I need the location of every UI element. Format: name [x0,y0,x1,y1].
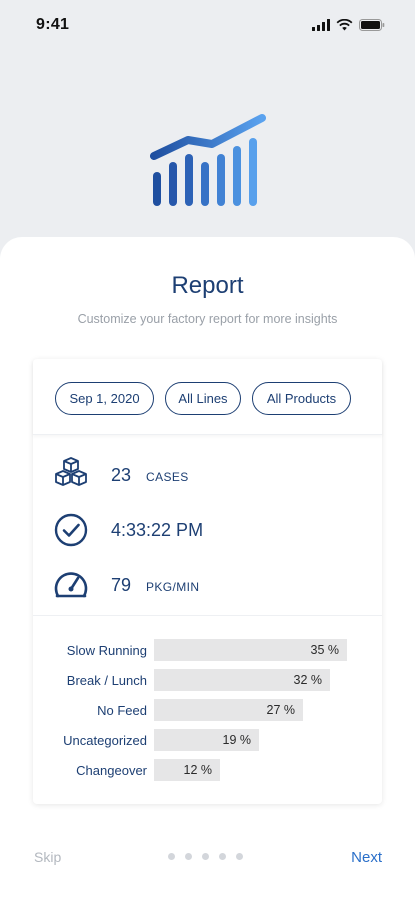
page-dot [168,853,175,860]
stat-time: 4:33:22 PM [33,510,382,550]
battery-icon [359,19,385,31]
report-chart-icon [150,114,266,206]
downtime-label: Slow Running [66,643,147,658]
next-button[interactable]: Next [351,849,382,866]
downtime-row: Uncategorized 19 % [33,729,382,751]
stats-section: 23 CASES 4:33:22 PM 79 PKG/MIN [33,435,382,616]
cases-value: 23 [111,465,132,485]
downtime-value: 32 % [293,673,323,687]
downtime-bar: 27 % [154,699,303,721]
downtime-bar: 19 % [154,729,259,751]
skip-button[interactable]: Skip [34,849,61,865]
stat-rate: 79 PKG/MIN [33,565,382,605]
downtime-row: Slow Running 35 % [33,639,382,661]
downtime-label: No Feed [97,703,147,718]
page-indicator [168,853,243,860]
page-title: Report [171,272,244,299]
downtime-value: 27 % [266,703,296,717]
rate-value: 79 [111,575,132,595]
downtime-row: Break / Lunch 32 % [33,669,382,691]
status-time: 9:41 [36,16,70,33]
page-dot [185,853,192,860]
downtime-label: Break / Lunch [66,673,147,688]
downtime-chart: Slow Running 35 % Break / Lunch 32 % No … [33,616,382,804]
status-icons [312,19,385,31]
report-card: Sep 1, 2020 All Lines All Products 23 CA… [33,359,382,804]
downtime-row: No Feed 27 % [33,699,382,721]
rate-unit: PKG/MIN [146,580,200,594]
speedometer-icon [54,572,88,598]
filter-bar: Sep 1, 2020 All Lines All Products [33,359,382,435]
downtime-value: 35 % [310,643,340,657]
downtime-bar: 12 % [154,759,220,781]
check-circle-icon [54,513,88,547]
boxes-icon [55,457,87,486]
downtime-label: Uncategorized [63,733,147,748]
downtime-row: Changeover 12 % [33,759,382,781]
downtime-value: 12 % [183,763,213,777]
downtime-label: Changeover [76,763,147,778]
wifi-icon [336,19,353,31]
downtime-bar: 35 % [154,639,347,661]
cases-unit: CASES [146,470,189,484]
downtime-bar: 32 % [154,669,330,691]
signal-icon [312,19,330,31]
lines-filter-chip[interactable]: All Lines [165,382,241,415]
status-bar: 9:41 [0,0,415,50]
page-dot [202,853,209,860]
downtime-value: 19 % [222,733,252,747]
stat-cases: 23 CASES [33,455,382,495]
time-value: 4:33:22 PM [111,520,204,540]
page-subtitle: Customize your factory report for more i… [77,312,338,326]
products-filter-chip[interactable]: All Products [252,382,351,415]
date-filter-chip[interactable]: Sep 1, 2020 [55,382,154,415]
page-dot [219,853,226,860]
page-dot [236,853,243,860]
